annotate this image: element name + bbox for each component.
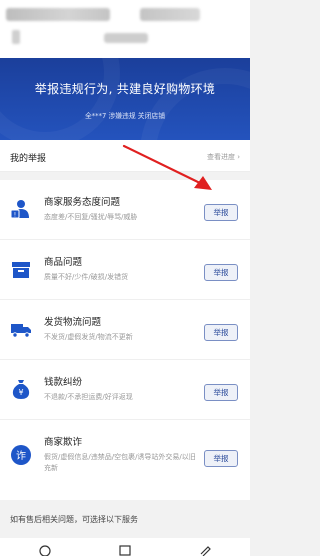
item-description: 态度差/不回复/骚扰/辱骂/威胁 <box>44 213 138 221</box>
banner-decoration <box>0 58 120 140</box>
item-description: 不退款/不承担运费/好评返现 <box>44 393 133 401</box>
item-name: 商家欺诈 <box>44 437 83 448</box>
blurred-page-title <box>104 33 148 43</box>
truck-icon <box>11 324 31 338</box>
banner-title: 举报违规行为, 共建良好购物环境 <box>34 82 216 96</box>
report-button[interactable]: 举报 <box>204 450 238 467</box>
banner: 举报违规行为, 共建良好购物环境 全***7 涉嫌违规 关闭店铺 <box>0 58 250 140</box>
item-description: 质量不好/少件/破损/发错货 <box>44 273 129 281</box>
red-arrow-annotation <box>122 144 212 190</box>
blurred-back-icon[interactable] <box>12 30 20 44</box>
service-shortcuts <box>0 538 250 556</box>
list-item-shipping[interactable]: 发货物流问题 不发货/虚假发货/物流不更新 举报 <box>0 300 250 360</box>
blurred-header-text <box>6 8 110 21</box>
svg-text:诈: 诈 <box>16 450 26 462</box>
item-name: 商品问题 <box>44 257 83 268</box>
item-description: 假货/虚假信息/违禁品/空包裹/诱导站外交易/以旧充新 <box>44 453 196 472</box>
service-icon[interactable] <box>118 544 132 556</box>
list-item-money-dispute[interactable]: ¥ 钱款纠纷 不退款/不承担运费/好评返现 举报 <box>0 360 250 420</box>
top-bar <box>0 0 250 58</box>
list-item-product[interactable]: 商品问题 质量不好/少件/破损/发错货 举报 <box>0 240 250 300</box>
report-category-list: ! 商家服务态度问题 态度差/不回复/骚扰/辱骂/威胁 举报 商品问题 质量不好… <box>0 180 250 500</box>
my-reports-title: 我的举报 <box>10 154 47 164</box>
blurred-header-text-right <box>140 8 200 21</box>
report-button[interactable]: 举报 <box>204 204 238 221</box>
svg-text:¥: ¥ <box>18 388 23 397</box>
report-button[interactable]: 举报 <box>204 384 238 401</box>
report-button[interactable]: 举报 <box>204 264 238 281</box>
item-name: 钱款纠纷 <box>44 377 83 388</box>
fraud-icon: 诈 <box>11 445 31 465</box>
money-bag-icon: ¥ <box>12 380 30 399</box>
item-description: 不发货/虚假发货/物流不更新 <box>44 333 133 341</box>
report-button[interactable]: 举报 <box>204 324 238 341</box>
service-icon[interactable] <box>198 544 212 556</box>
item-name: 商家服务态度问题 <box>44 197 121 208</box>
svg-text:!: ! <box>14 212 16 219</box>
box-icon <box>12 262 30 278</box>
banner-decoration <box>140 68 250 140</box>
banner-subtitle: 全***7 涉嫌违规 关闭店铺 <box>84 112 165 120</box>
item-name: 发货物流问题 <box>44 317 102 328</box>
list-item-fraud[interactable]: 诈 商家欺诈 假货/虚假信息/违禁品/空包裹/诱导站外交易/以旧充新 举报 <box>0 420 250 500</box>
user-icon: ! <box>10 200 29 219</box>
service-icon[interactable] <box>38 544 52 556</box>
after-sales-hint: 如有售后相关问题，可选择以下服务 <box>10 515 138 524</box>
